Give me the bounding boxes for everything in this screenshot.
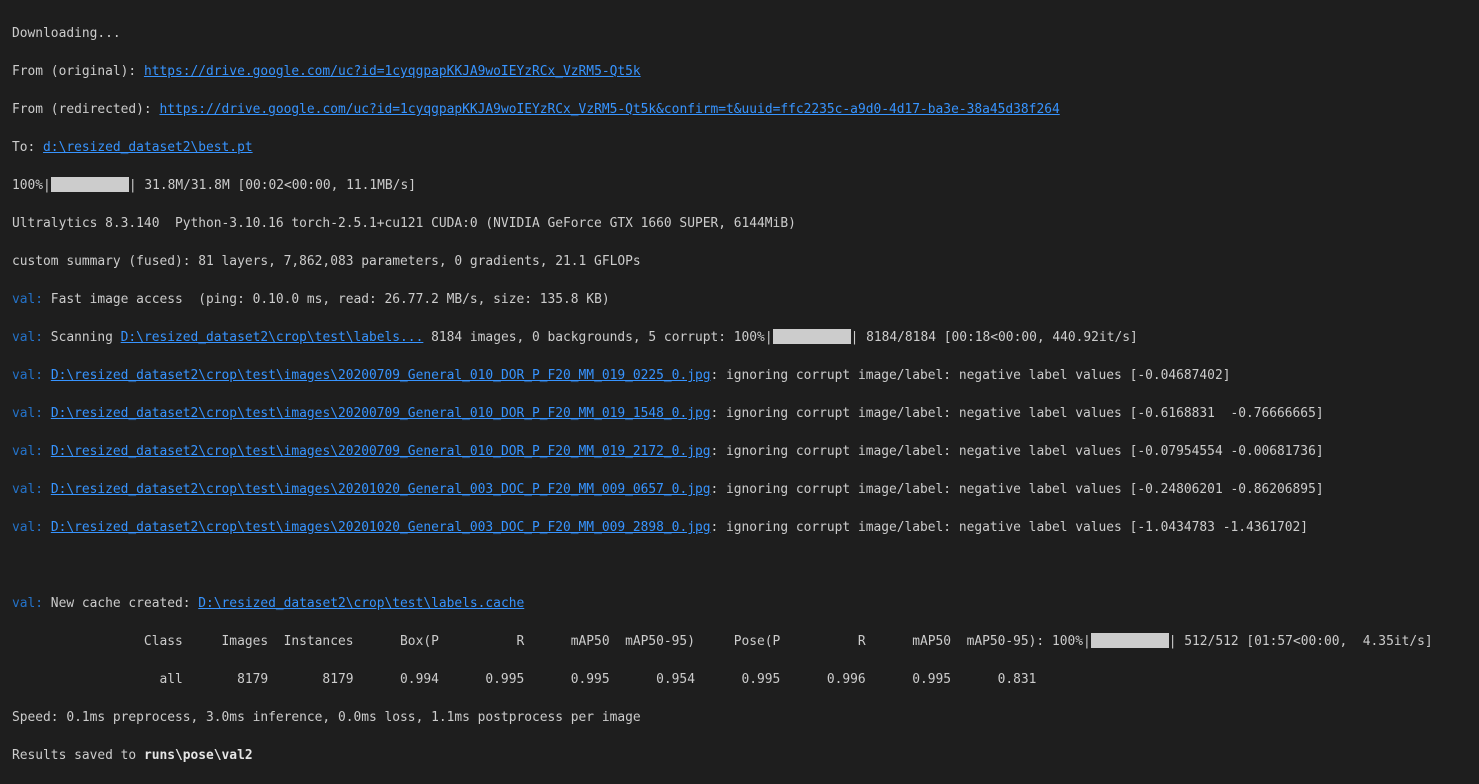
corrupt-message: : ignoring corrupt image/label: negative… <box>710 482 1324 497</box>
corrupt-message: : ignoring corrupt image/label: negative… <box>710 444 1324 459</box>
metrics-header: Class Images Instances Box(P R mAP50 mAP… <box>12 634 1091 649</box>
original-url-link[interactable]: https://drive.google.com/uc?id=1cyqgpapK… <box>144 64 641 79</box>
ultralytics-version-line: Ultralytics 8.3.140 Python-3.10.16 torch… <box>12 214 1433 233</box>
corrupt-image-link[interactable]: D:\resized_dataset2\crop\test\images\202… <box>51 482 711 497</box>
scanning-line: val: Scanning D:\resized_dataset2\crop\t… <box>12 328 1433 347</box>
scanning-progress-bar <box>772 329 851 344</box>
metrics-row-line: all 8179 8179 0.994 0.995 0.995 0.954 0.… <box>12 670 1433 689</box>
val-tag: val: <box>12 520 44 535</box>
from-original-line: From (original): https://drive.google.co… <box>12 62 1433 81</box>
corrupt-image-link[interactable]: D:\resized_dataset2\crop\test\images\202… <box>51 444 711 459</box>
scanning-rate: | 8184/8184 [00:18<00:00, 440.92it/s] <box>850 330 1138 345</box>
metrics-header-line: Class Images Instances Box(P R mAP50 mAP… <box>12 632 1433 651</box>
corrupt-message: : ignoring corrupt image/label: negative… <box>710 368 1231 383</box>
speed-line: Speed: 0.1ms preprocess, 3.0ms inference… <box>12 708 1433 727</box>
corrupt-line: val: D:\resized_dataset2\crop\test\image… <box>12 404 1433 423</box>
download-progress-line: 100%| | 31.8M/31.8M [00:02<00:00, 11.1MB/… <box>12 176 1433 195</box>
results-dir: runs\pose\val2 <box>143 748 253 763</box>
model-summary-line: custom summary (fused): 81 layers, 7,862… <box>12 252 1433 271</box>
scanning-label: Scanning <box>43 330 121 345</box>
cache-created-label: New cache created: <box>43 596 199 611</box>
to-line: To: d:\resized_dataset2\best.pt <box>12 138 1433 157</box>
scanning-stats: 8184 images, 0 backgrounds, 5 corrupt: 1… <box>423 330 773 345</box>
results-saved-line: Results saved to runs\pose\val2 <box>12 746 1433 765</box>
downloading-line: Downloading... <box>12 24 1433 43</box>
corrupt-image-link[interactable]: D:\resized_dataset2\crop\test\images\202… <box>51 368 711 383</box>
metrics-row-all: all 8179 8179 0.994 0.995 0.995 0.954 0.… <box>12 672 1037 687</box>
corrupt-line: val: D:\resized_dataset2\crop\test\image… <box>12 366 1433 385</box>
destination-path-link[interactable]: d:\resized_dataset2\best.pt <box>43 140 253 155</box>
to-label: To: <box>12 140 44 155</box>
val-tag: val: <box>12 444 44 459</box>
cache-created-line: val: New cache created: D:\resized_datas… <box>12 594 1433 613</box>
validation-progress-bar <box>1090 633 1169 648</box>
from-redirected-line: From (redirected): https://drive.google.… <box>12 100 1433 119</box>
download-stats: | 31.8M/31.8M [00:02<00:00, 11.1MB/s] <box>128 178 416 193</box>
speed-text: Speed: 0.1ms preprocess, 3.0ms inference… <box>12 710 641 725</box>
fast-image-access-line: val: Fast image access (ping: 0.10.0 ms,… <box>12 290 1433 309</box>
corrupt-line: val: D:\resized_dataset2\crop\test\image… <box>12 442 1433 461</box>
val-tag: val: <box>12 292 44 307</box>
corrupt-line: val: D:\resized_dataset2\crop\test\image… <box>12 480 1433 499</box>
val-tag: val: <box>12 368 44 383</box>
val-tag: val: <box>12 482 44 497</box>
results-saved-label: Results saved to <box>12 748 144 763</box>
labels-dir-link[interactable]: D:\resized_dataset2\crop\test\labels... <box>121 330 424 345</box>
model-summary-text: custom summary (fused): 81 layers, 7,862… <box>12 254 641 269</box>
val-tag: val: <box>12 330 44 345</box>
terminal-output: Downloading... From (original): https://… <box>12 5 1433 784</box>
redirected-url-link[interactable]: https://drive.google.com/uc?id=1cyqgpapK… <box>159 102 1059 117</box>
corrupt-image-link[interactable]: D:\resized_dataset2\crop\test\images\202… <box>51 406 711 421</box>
corrupt-message: : ignoring corrupt image/label: negative… <box>710 406 1324 421</box>
ultralytics-version-text: Ultralytics 8.3.140 Python-3.10.16 torch… <box>12 216 796 231</box>
downloading-text: Downloading... <box>12 26 121 41</box>
validation-rate: | 512/512 [01:57<00:00, 4.35it/s] <box>1168 634 1433 649</box>
download-percent: 100%| <box>12 178 51 193</box>
from-redirected-label: From (redirected): <box>12 102 160 117</box>
labels-cache-link[interactable]: D:\resized_dataset2\crop\test\labels.cac… <box>198 596 524 611</box>
val-tag: val: <box>12 596 44 611</box>
from-original-label: From (original): <box>12 64 144 79</box>
corrupt-image-link[interactable]: D:\resized_dataset2\crop\test\images\202… <box>51 520 711 535</box>
download-progress-bar <box>50 177 129 192</box>
fast-image-access-text: Fast image access (ping: 0.10.0 ms, read… <box>43 292 610 307</box>
val-tag: val: <box>12 406 44 421</box>
corrupt-message: : ignoring corrupt image/label: negative… <box>710 520 1309 535</box>
corrupt-line: val: D:\resized_dataset2\crop\test\image… <box>12 518 1433 537</box>
